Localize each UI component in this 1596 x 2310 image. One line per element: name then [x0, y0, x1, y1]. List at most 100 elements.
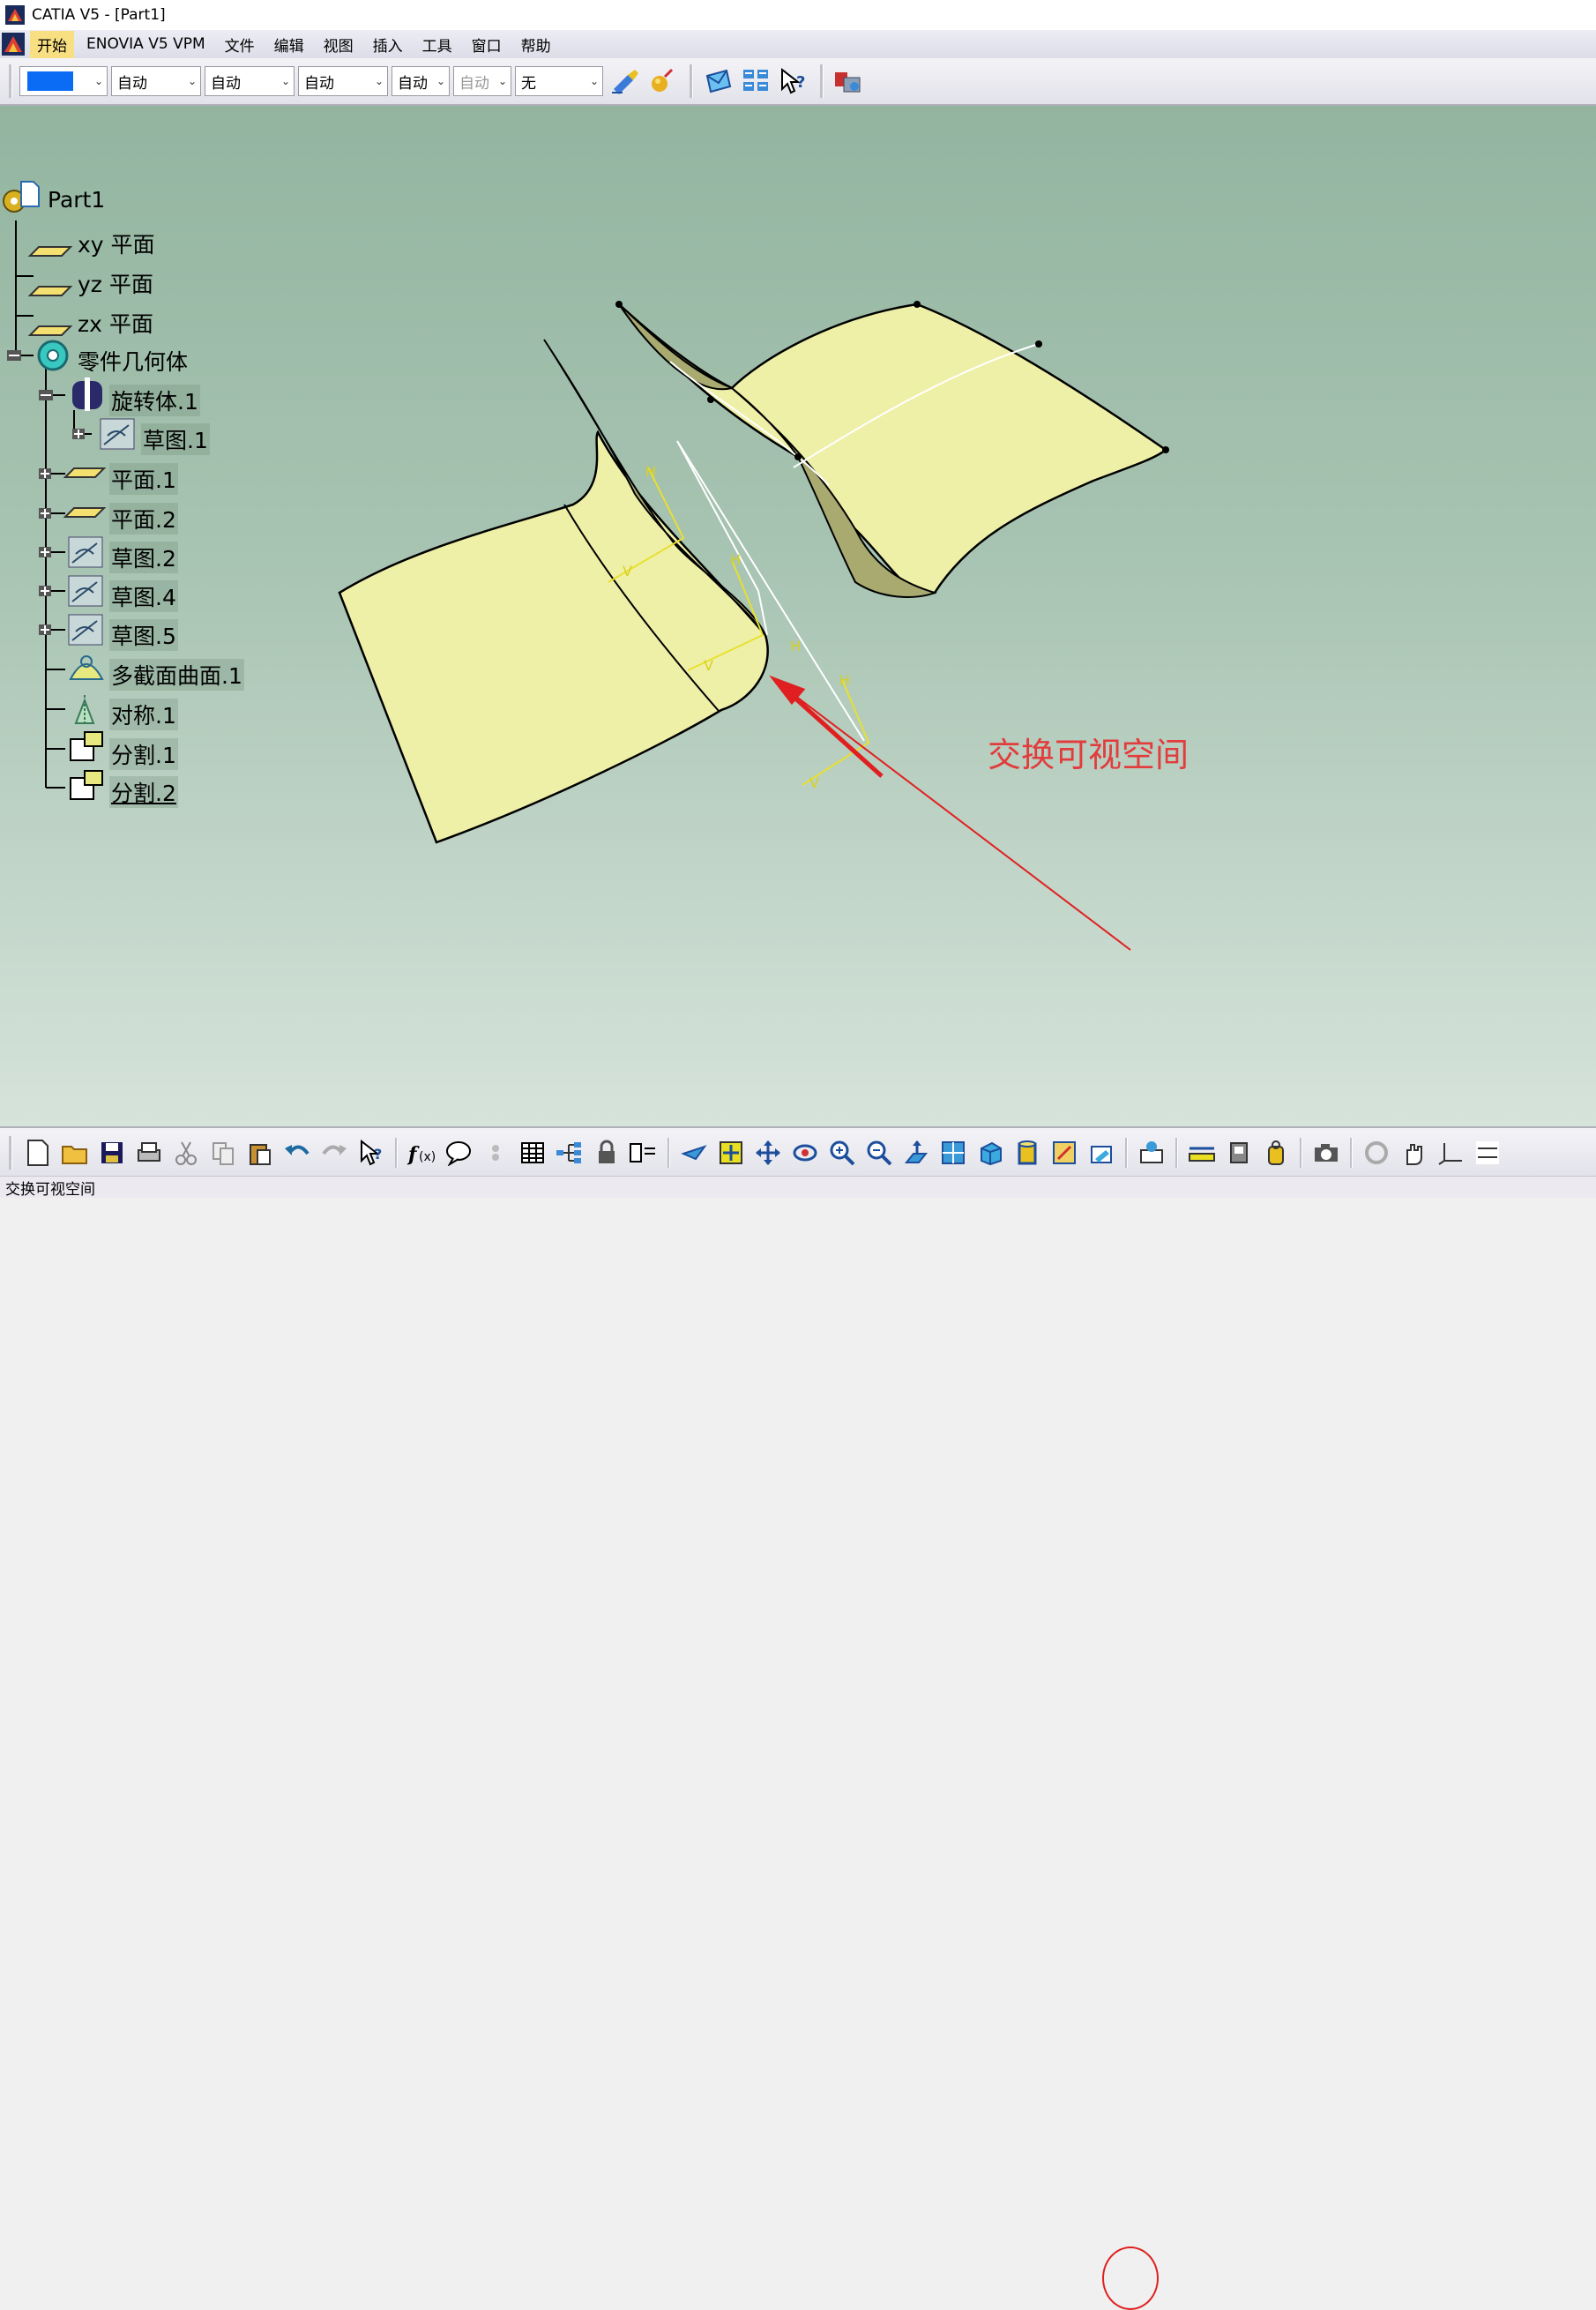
- control-point[interactable]: [707, 396, 714, 403]
- tree-node-xy-plane[interactable]: xy 平面: [78, 228, 155, 259]
- control-point[interactable]: [914, 301, 921, 308]
- tree-node-plane1[interactable]: 平面.1: [109, 463, 178, 495]
- swap-visible-space-button[interactable]: [1085, 1135, 1118, 1170]
- control-point[interactable]: [794, 453, 802, 460]
- whats-this-button[interactable]: ?: [777, 65, 809, 97]
- tree-node-split1[interactable]: 分割.1: [109, 738, 178, 770]
- toolbar-grip[interactable]: [9, 1136, 12, 1170]
- hide-show-button[interactable]: [1048, 1135, 1081, 1170]
- transparency-combo[interactable]: 自动 ⌄: [111, 66, 201, 96]
- control-point[interactable]: [1162, 446, 1169, 453]
- save-button[interactable]: [95, 1135, 129, 1170]
- menu-file[interactable]: 文件: [218, 31, 262, 58]
- help-pointer-icon: ?: [781, 68, 805, 94]
- tree-node-sketch4[interactable]: 草图.4: [109, 580, 178, 612]
- measure-item-button[interactable]: [1222, 1135, 1256, 1170]
- publish-button[interactable]: [703, 65, 735, 97]
- tree-node-symmetry1[interactable]: 对称.1: [109, 699, 178, 730]
- paste-button[interactable]: [243, 1135, 277, 1170]
- copy-button[interactable]: [206, 1135, 240, 1170]
- swap-visible-space-icon: [1091, 1146, 1112, 1163]
- tree-node-part-body[interactable]: 零件几何体: [78, 345, 188, 377]
- units-button[interactable]: [1471, 1135, 1504, 1170]
- manipulate-button[interactable]: [1397, 1135, 1430, 1170]
- line-type-combo[interactable]: 自动 ⌄: [298, 66, 388, 96]
- left-surface[interactable]: [338, 339, 769, 844]
- tree-reorder-button[interactable]: [553, 1135, 586, 1170]
- fit-all-button[interactable]: [714, 1135, 748, 1170]
- control-point[interactable]: [1035, 340, 1042, 348]
- catalog-browser-button[interactable]: [740, 65, 772, 97]
- menu-window[interactable]: 窗口: [465, 31, 509, 58]
- iso-cube-icon: [981, 1141, 1002, 1166]
- point-symbol-combo[interactable]: 自动 ⌄: [392, 66, 450, 96]
- knowledge-button[interactable]: [479, 1135, 512, 1170]
- rotate-button[interactable]: [788, 1135, 822, 1170]
- new-button[interactable]: [21, 1135, 55, 1170]
- normal-view-button[interactable]: [899, 1135, 933, 1170]
- pan-button[interactable]: [751, 1135, 785, 1170]
- menu-edit[interactable]: 编辑: [267, 31, 311, 58]
- lock-button[interactable]: [590, 1135, 623, 1170]
- isometric-view-button[interactable]: [973, 1135, 1007, 1170]
- tree-node-yz-plane[interactable]: yz 平面: [78, 267, 153, 299]
- tree-node-part1[interactable]: Part1: [48, 187, 105, 213]
- tree-node-sketch1[interactable]: 草图.1: [141, 423, 210, 455]
- tree-node-multisection-surface1[interactable]: 多截面曲面.1: [109, 659, 244, 691]
- annotation-label: 交换可视空间: [988, 736, 1190, 774]
- chevron-down-icon: ⌄: [436, 75, 446, 87]
- tree-node-split2[interactable]: 分割.2: [109, 776, 178, 808]
- open-button[interactable]: [58, 1135, 92, 1170]
- enovia-button[interactable]: [833, 65, 865, 97]
- menu-start[interactable]: 开始: [30, 30, 74, 58]
- whats-this-bottom-button[interactable]: ?: [354, 1135, 388, 1170]
- axis-system-button[interactable]: [1434, 1135, 1467, 1170]
- zoom-out-button[interactable]: [862, 1135, 896, 1170]
- tree-node-zx-plane[interactable]: zx 平面: [78, 307, 153, 339]
- cycle-button[interactable]: [1360, 1135, 1393, 1170]
- tree-node-shaft1[interactable]: 旋转体.1: [109, 385, 200, 416]
- fly-mode-button[interactable]: [677, 1135, 711, 1170]
- tree-node-sketch2[interactable]: 草图.2: [109, 542, 178, 573]
- multi-view-button[interactable]: [936, 1135, 970, 1170]
- capture-button[interactable]: [1309, 1135, 1343, 1170]
- redo-button[interactable]: [317, 1135, 351, 1170]
- menu-tools[interactable]: 工具: [415, 31, 459, 58]
- hand-icon: [1406, 1144, 1422, 1165]
- measure-inertia-button[interactable]: [1259, 1135, 1293, 1170]
- undo-button[interactable]: [280, 1135, 314, 1170]
- painter-button[interactable]: [609, 65, 641, 97]
- 3d-viewport[interactable]: H V H V H H V Part1 xy 平面 yz 平面 zx 平面 零件…: [0, 106, 1596, 1126]
- zoom-in-button[interactable]: [825, 1135, 859, 1170]
- toolbar-grip[interactable]: [820, 64, 824, 98]
- menu-insert[interactable]: 插入: [366, 31, 410, 58]
- tree-node-plane2[interactable]: 平面.2: [109, 503, 178, 535]
- right-surface[interactable]: [615, 301, 1169, 598]
- measure-between-button[interactable]: [1185, 1135, 1219, 1170]
- line-thickness-combo[interactable]: 自动 ⌄: [205, 66, 295, 96]
- formula-button[interactable]: f (x): [405, 1135, 438, 1170]
- apply-material-button[interactable]: [646, 65, 678, 97]
- update-button[interactable]: [1135, 1135, 1168, 1170]
- print-button[interactable]: [132, 1135, 166, 1170]
- catia-menu-logo-icon[interactable]: [2, 33, 25, 56]
- menu-enovia[interactable]: ENOVIA V5 VPM: [79, 33, 213, 56]
- menu-view[interactable]: 视图: [317, 31, 361, 58]
- control-point[interactable]: [615, 301, 623, 308]
- cut-button[interactable]: [169, 1135, 203, 1170]
- menu-help[interactable]: 帮助: [514, 31, 558, 58]
- formula-fx-icon: f (x): [406, 1143, 436, 1166]
- knowledge-advisor-button[interactable]: [442, 1135, 475, 1170]
- render-style-combo[interactable]: 自动 ⌄: [453, 66, 511, 96]
- chevron-down-icon: ⌄: [280, 75, 291, 87]
- parameters-button[interactable]: [627, 1135, 660, 1170]
- color-combo[interactable]: ⌄: [19, 66, 108, 96]
- tree-node-sketch5[interactable]: 草图.5: [109, 619, 178, 651]
- menu-bar: 开始 ENOVIA V5 VPM 文件 编辑 视图 插入 工具 窗口 帮助: [0, 30, 1596, 59]
- toolbar-grip[interactable]: [690, 64, 693, 98]
- red-highlight-circle: [1102, 2246, 1159, 2310]
- toolbar-grip[interactable]: [9, 64, 12, 98]
- layer-combo[interactable]: 无 ⌄: [515, 66, 603, 96]
- shading-button[interactable]: [1011, 1135, 1044, 1170]
- design-table-button[interactable]: [516, 1135, 549, 1170]
